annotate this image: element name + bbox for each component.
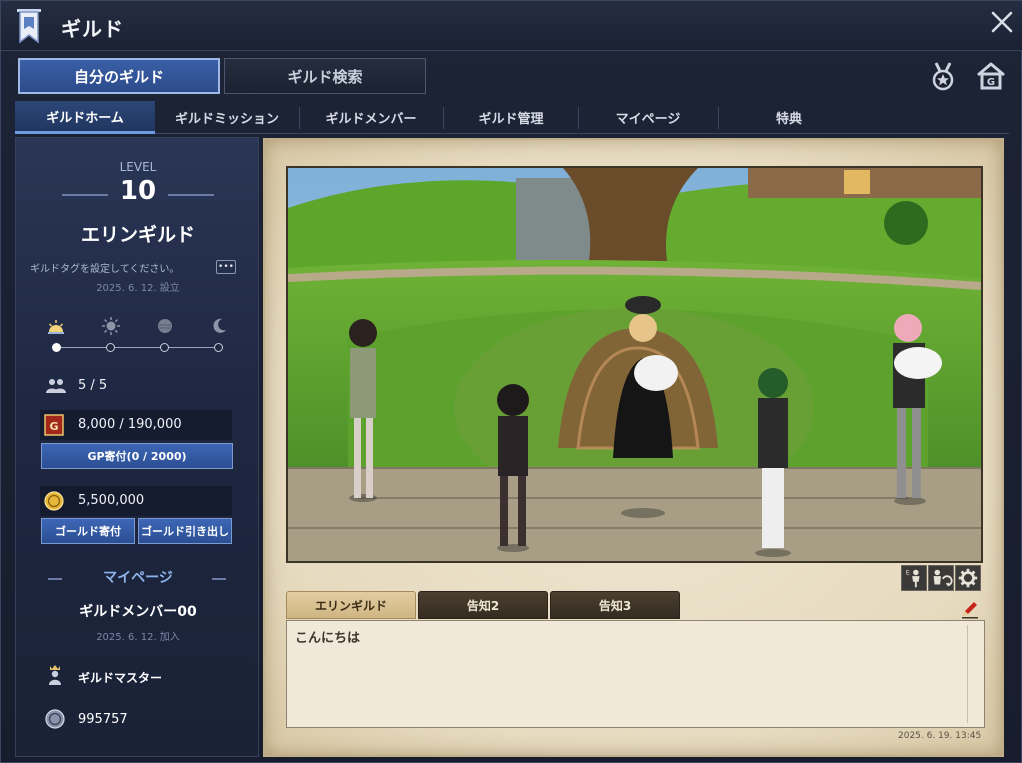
member-name: ギルドメンバー00 <box>79 604 197 620</box>
gold-donate-button[interactable]: ゴールド寄付 <box>41 518 135 544</box>
my-page-title: マイページ <box>103 570 173 586</box>
window-title: ギルド <box>61 17 124 41</box>
guild-name: エリンギルド <box>80 224 195 246</box>
guild-home-board: E エリンギルド 告知2 告知3 こんにちは 2025. 6. 19. 13:4… <box>263 138 1004 757</box>
notice-scrollbar[interactable] <box>967 625 968 723</box>
guild-home-icon[interactable]: G <box>975 61 1007 91</box>
sub-tab-bar: ギルドホーム ギルドミッション ギルドメンバー ギルド管理 マイページ 特典 <box>15 101 1009 134</box>
tab-my-page[interactable]: マイページ <box>580 101 716 134</box>
contribution-points: 995757 <box>78 712 128 727</box>
tab-guild-home[interactable]: ギルドホーム <box>15 101 155 134</box>
tab-benefits[interactable]: 特典 <box>720 101 858 134</box>
gold-coin-icon <box>44 491 64 511</box>
notice-content: こんにちは <box>295 631 361 646</box>
weather-slider-dot[interactable] <box>214 343 223 352</box>
tab-notice-3[interactable]: 告知3 <box>550 591 680 619</box>
tab-separator <box>443 107 444 129</box>
member-rank: ギルドマスター <box>78 671 163 685</box>
svg-text:G: G <box>49 420 58 433</box>
tab-notice-guild[interactable]: エリンギルド <box>286 591 416 619</box>
gold-amount: 5,500,000 <box>78 493 145 508</box>
cloudy-icon[interactable] <box>155 316 175 336</box>
title-bar: ギルド <box>1 1 1022 51</box>
character-pose-icon[interactable]: E <box>901 565 927 591</box>
tab-notice-2[interactable]: 告知2 <box>418 591 548 619</box>
sun-icon[interactable] <box>101 316 121 336</box>
guild-points: 8,000 / 190,000 <box>78 417 182 432</box>
guild-level: 10 <box>119 176 157 206</box>
close-icon[interactable] <box>989 9 1015 35</box>
guild-points-icon: G <box>44 414 64 436</box>
contribution-points-icon <box>45 709 65 729</box>
notice-timestamp: 2025. 6. 19. 13:45 <box>898 731 982 741</box>
svg-text:E: E <box>906 568 910 576</box>
medal-icon[interactable] <box>929 61 957 91</box>
tab-my-guild[interactable]: 自分のギルド <box>18 58 220 94</box>
joined-date: 2025. 6. 12. 加入 <box>96 632 180 643</box>
level-label: LEVEL <box>119 160 157 174</box>
guild-banner-icon <box>17 9 41 44</box>
founded-date: 2025. 6. 12. 設立 <box>96 283 180 294</box>
svg-text:G: G <box>987 77 995 88</box>
guild-hall-illustration <box>288 168 981 561</box>
tab-separator <box>718 107 719 129</box>
members-icon <box>46 379 66 393</box>
notice-board[interactable]: こんにちは <box>286 620 985 728</box>
rotate-character-icon[interactable] <box>928 565 954 591</box>
weather-slider-track <box>56 347 218 348</box>
gold-withdraw-button[interactable]: ゴールド引き出し <box>138 518 232 544</box>
gear-icon[interactable] <box>955 565 981 591</box>
tab-guild-search[interactable]: ギルド検索 <box>224 58 426 94</box>
guild-hall-scene <box>286 166 983 563</box>
tab-guild-mission[interactable]: ギルドミッション <box>157 101 297 134</box>
moon-icon[interactable] <box>209 316 229 336</box>
weather-slider-dot[interactable] <box>52 343 61 352</box>
member-count: 5 / 5 <box>78 378 108 393</box>
tab-separator <box>578 107 579 129</box>
tab-guild-management[interactable]: ギルド管理 <box>445 101 577 134</box>
guild-tag-prompt: ギルドタグを設定してください。 <box>30 264 180 275</box>
more-options-button[interactable]: ••• <box>216 260 236 274</box>
guild-window: ギルド 自分のギルド ギルド検索 G ギルドホーム ギルドミッション ギルドメン… <box>0 0 1022 763</box>
weather-slider-dot[interactable] <box>106 343 115 352</box>
gp-donate-button[interactable]: GP寄付(0 / 2000) <box>41 443 233 469</box>
guild-info-panel: LEVEL 10 エリンギルド ギルドタグを設定してください。 ••• 2025… <box>15 137 259 757</box>
weather-slider-dot[interactable] <box>160 343 169 352</box>
sunrise-icon[interactable] <box>46 316 66 336</box>
edit-pencil-icon[interactable] <box>960 599 980 619</box>
guild-master-icon <box>49 665 61 685</box>
tab-guild-members[interactable]: ギルドメンバー <box>301 101 441 134</box>
tab-separator <box>299 107 300 129</box>
